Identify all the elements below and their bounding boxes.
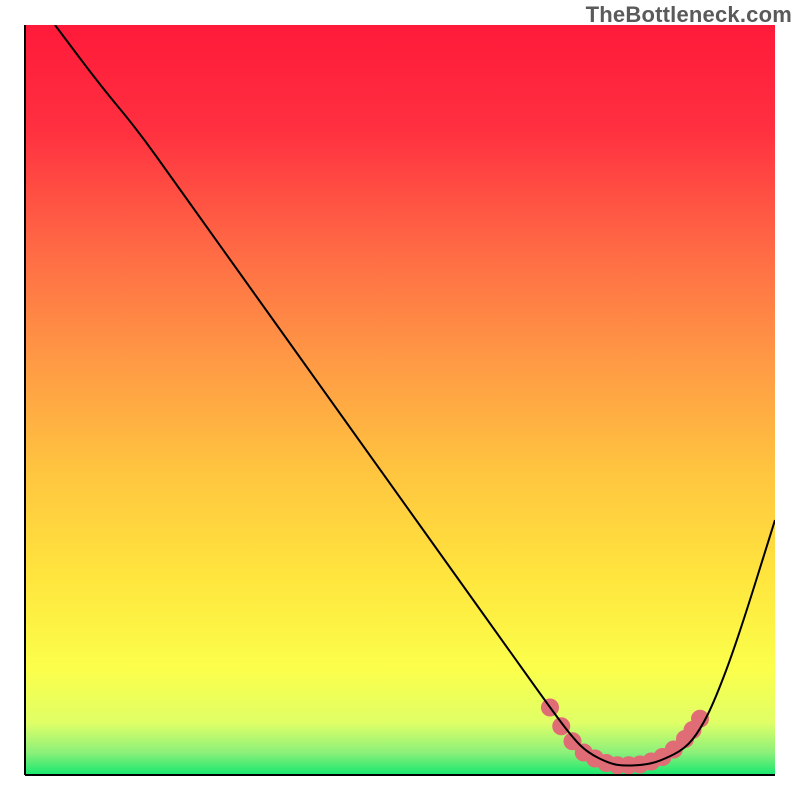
- chart-stage: TheBottleneck.com: [0, 0, 800, 800]
- chart-background-gradient: [25, 25, 775, 775]
- watermark-label: TheBottleneck.com: [586, 2, 792, 28]
- bottleneck-chart: [0, 0, 800, 800]
- marker-dot: [552, 717, 570, 735]
